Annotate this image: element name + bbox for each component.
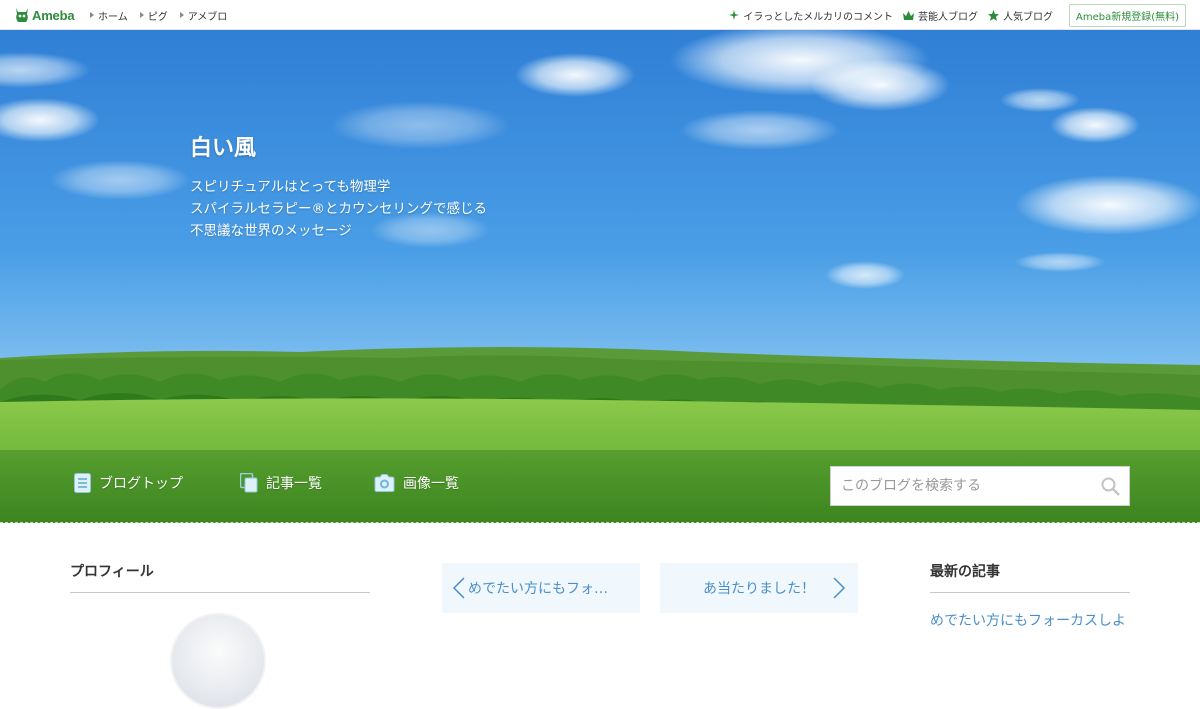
star-icon (987, 9, 999, 21)
global-nav: ホーム ピグ アメブロ (90, 0, 239, 30)
nav-home-label: ホーム (98, 11, 128, 23)
blog-nav: ブログトップ 記事一覧 画像一覧 (0, 450, 1200, 523)
nav-pigg-link[interactable]: ピグ (139, 8, 168, 23)
sparkle-icon (729, 10, 740, 20)
celebrity-blog-link[interactable]: 芸能人ブログ (902, 8, 978, 23)
ameba-mascot-icon (16, 8, 28, 22)
popular-blog-label: 人気ブログ (1002, 11, 1053, 23)
latest-posts-heading: 最新の記事 (930, 564, 1000, 580)
blog-search-input[interactable] (831, 467, 1101, 505)
blog-description-line: スパイラルセラピー®とカウンセリングで感じる (190, 201, 487, 217)
trending-topic-label: イラっとしたメルカリのコメント (743, 11, 893, 23)
nav-ameblo-label: アメブロ (187, 11, 228, 23)
main-content: プロフィール めでたい方にもフォ… あ当たりました！ 最新の記事 めでたい方にも… (0, 523, 1200, 709)
triangle-right-icon (179, 12, 184, 18)
article-list-label: 記事一覧 (266, 476, 322, 492)
blog-description-line: スピリチュアルはとっても物理学 (190, 179, 391, 195)
profile-heading-rule (70, 592, 370, 593)
chevron-right-icon (833, 577, 846, 599)
nav-home-link[interactable]: ホーム (90, 8, 128, 23)
blog-title[interactable]: 白い風 (190, 130, 256, 162)
document-icon (74, 473, 91, 493)
next-article-button[interactable]: あ当たりました！ (660, 563, 858, 613)
search-icon[interactable] (1101, 477, 1120, 496)
copy-icon (240, 473, 258, 493)
ameba-logo[interactable]: Ameba (14, 6, 75, 24)
signup-button[interactable]: Ameba新規登録(無料) (1068, 3, 1186, 27)
blog-top-link[interactable]: ブログトップ (74, 473, 183, 493)
nav-pigg-label: ピグ (147, 11, 168, 23)
latest-posts-heading-rule (930, 592, 1130, 593)
prev-article-button[interactable]: めでたい方にもフォ… (442, 563, 640, 613)
blog-description-line: 不思議な世界のメッセージ (190, 223, 352, 239)
avatar[interactable] (170, 613, 266, 709)
blog-search-box (830, 466, 1130, 506)
profile-heading: プロフィール (70, 564, 154, 580)
logo-text: Ameba (32, 7, 75, 23)
next-article-label: あ当たりました！ (703, 581, 815, 597)
trending-topic-link[interactable]: イラっとしたメルカリのコメント (729, 8, 893, 23)
camera-icon (374, 474, 395, 492)
triangle-right-icon (90, 12, 94, 18)
header-right-links: イラっとしたメルカリのコメント 芸能人ブログ 人気ブログ Ameba新規登録(無… (719, 0, 1186, 30)
image-list-link[interactable]: 画像一覧 (374, 473, 459, 493)
blog-description: スピリチュアルはとっても物理学 スパイラルセラピー®とカウンセリングで感じる 不… (190, 176, 487, 242)
image-list-label: 画像一覧 (403, 476, 459, 492)
popular-blog-link[interactable]: 人気ブログ (987, 8, 1053, 23)
blog-top-label: ブログトップ (99, 476, 183, 492)
nav-ameblo-link[interactable]: アメブロ (179, 8, 228, 23)
article-list-link[interactable]: 記事一覧 (240, 473, 322, 493)
prev-article-label: めでたい方にもフォ… (468, 581, 608, 597)
triangle-right-icon (139, 12, 144, 18)
chevron-left-icon (452, 577, 465, 599)
global-header: Ameba ホーム ピグ アメブロ イラっとしたメルカリのコメント 芸能人ブログ… (0, 0, 1200, 30)
celebrity-blog-label: 芸能人ブログ (917, 11, 978, 23)
crown-icon (902, 10, 914, 20)
latest-post-link[interactable]: めでたい方にもフォーカスしよ (930, 610, 1126, 630)
blog-header: 白い風 スピリチュアルはとっても物理学 スパイラルセラピー®とカウンセリングで感… (0, 30, 1200, 523)
